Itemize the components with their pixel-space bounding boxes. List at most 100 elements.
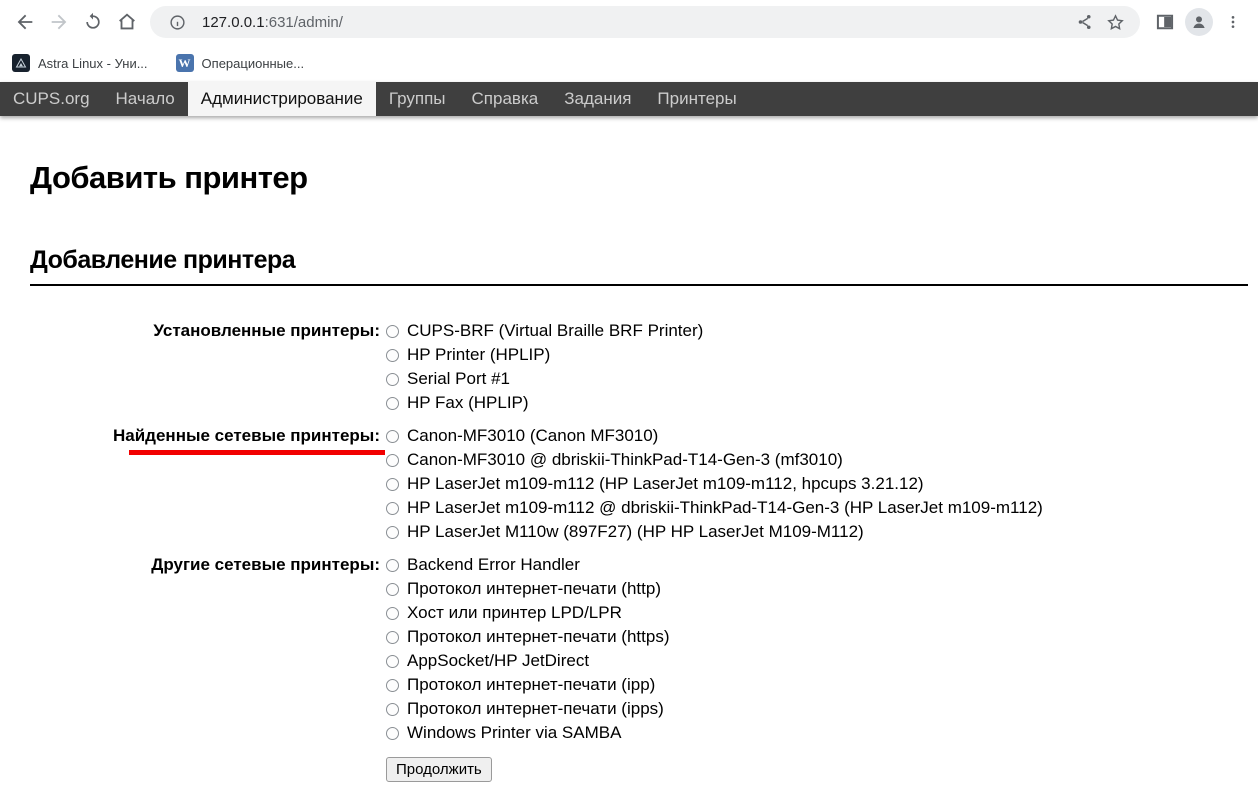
group-label: Установленные принтеры: xyxy=(30,319,380,424)
radio-option[interactable]: Протокол интернет-печати (http) xyxy=(386,577,1043,601)
nav-item-администрирование[interactable]: Администрирование xyxy=(188,82,376,116)
form-row: Продолжить xyxy=(30,754,1043,791)
page-content: Добавить принтер Добавление принтера Уст… xyxy=(0,160,1258,791)
radio-option-label: Протокол интернет-печати (ipp) xyxy=(407,673,655,697)
bookmarks-bar: Astra Linux - Уни... W Операционные... xyxy=(0,44,1258,82)
section-title: Добавление принтера xyxy=(30,246,1248,286)
radio-option[interactable]: Canon-MF3010 @ dbriskii-ThinkPad-T14-Gen… xyxy=(386,448,1043,472)
nav-item-группы[interactable]: Группы xyxy=(376,82,459,116)
group-label: Другие сетевые принтеры: xyxy=(30,553,380,754)
radio-option-label: Хост или принтер LPD/LPR xyxy=(407,601,622,625)
radio-option[interactable]: Windows Printer via SAMBA xyxy=(386,721,1043,745)
nav-item-принтеры[interactable]: Принтеры xyxy=(644,82,749,116)
radio-button[interactable] xyxy=(386,526,399,539)
radio-button[interactable] xyxy=(386,349,399,362)
star-icon[interactable] xyxy=(1100,7,1130,37)
radio-button[interactable] xyxy=(386,679,399,692)
url-text[interactable]: 127.0.0.1:631/admin/ xyxy=(202,14,343,31)
astra-linux-icon xyxy=(12,54,30,72)
radio-option-label: Serial Port #1 xyxy=(407,367,510,391)
radio-option[interactable]: Протокол интернет-печати (ipps) xyxy=(386,697,1043,721)
bookmark-wikipedia[interactable]: W Операционные... xyxy=(176,54,305,72)
group-options: Canon-MF3010 (Canon MF3010)Canon-MF3010 … xyxy=(380,424,1043,553)
radio-button[interactable] xyxy=(386,325,399,338)
share-icon[interactable] xyxy=(1070,7,1100,37)
radio-button[interactable] xyxy=(386,478,399,491)
empty-label-cell xyxy=(30,754,380,791)
radio-option-label: HP LaserJet M110w (897F27) (HP HP LaserJ… xyxy=(407,520,864,544)
radio-option[interactable]: HP LaserJet M110w (897F27) (HP HP LaserJ… xyxy=(386,520,1043,544)
side-panel-icon[interactable] xyxy=(1148,5,1182,39)
address-bar[interactable]: 127.0.0.1:631/admin/ xyxy=(150,6,1140,38)
wikipedia-icon: W xyxy=(176,54,194,72)
radio-option-label: CUPS-BRF (Virtual Braille BRF Printer) xyxy=(407,319,703,343)
bookmark-label: Операционные... xyxy=(202,56,305,71)
nav-item-задания[interactable]: Задания xyxy=(551,82,644,116)
radio-option-label: HP LaserJet m109-m112 @ dbriskii-ThinkPa… xyxy=(407,496,1043,520)
continue-button[interactable]: Продолжить xyxy=(386,757,492,782)
radio-option-label: Canon-MF3010 @ dbriskii-ThinkPad-T14-Gen… xyxy=(407,448,843,472)
radio-option[interactable]: HP Printer (HPLIP) xyxy=(386,343,1043,367)
radio-button[interactable] xyxy=(386,703,399,716)
info-icon[interactable] xyxy=(162,7,192,37)
radio-option[interactable]: Хост или принтер LPD/LPR xyxy=(386,601,1043,625)
bookmark-label: Astra Linux - Уни... xyxy=(38,56,148,71)
group-options: Backend Error HandlerПротокол интернет-п… xyxy=(380,553,1043,754)
radio-option[interactable]: Протокол интернет-печати (https) xyxy=(386,625,1043,649)
radio-button[interactable] xyxy=(386,559,399,572)
form-row: Другие сетевые принтеры:Backend Error Ha… xyxy=(30,553,1043,754)
nav-item-cups-org[interactable]: CUPS.org xyxy=(0,82,103,116)
group-options: CUPS-BRF (Virtual Braille BRF Printer)HP… xyxy=(380,319,1043,424)
group-label-text-red-underlined: Найденные сетевые принтеры: xyxy=(113,424,380,448)
forward-icon[interactable] xyxy=(42,5,76,39)
radio-option-label: Windows Printer via SAMBA xyxy=(407,721,621,745)
group-label-text: Установленные принтеры: xyxy=(153,319,380,343)
group-label: Найденные сетевые принтеры: xyxy=(30,424,380,553)
radio-option[interactable]: HP LaserJet m109-m112 (HP LaserJet m109-… xyxy=(386,472,1043,496)
radio-option[interactable]: Backend Error Handler xyxy=(386,553,1043,577)
browser-toolbar: 127.0.0.1:631/admin/ xyxy=(0,0,1258,44)
back-icon[interactable] xyxy=(8,5,42,39)
radio-option[interactable]: Протокол интернет-печати (ipp) xyxy=(386,673,1043,697)
radio-option-label: Canon-MF3010 (Canon MF3010) xyxy=(407,424,658,448)
menu-dots-icon[interactable] xyxy=(1216,5,1250,39)
radio-option[interactable]: CUPS-BRF (Virtual Braille BRF Printer) xyxy=(386,319,1043,343)
radio-option-label: Протокол интернет-печати (https) xyxy=(407,625,670,649)
avatar[interactable] xyxy=(1182,5,1216,39)
nav-item-начало[interactable]: Начало xyxy=(103,82,188,116)
radio-button[interactable] xyxy=(386,373,399,386)
radio-option[interactable]: Serial Port #1 xyxy=(386,367,1043,391)
radio-option-label: HP Fax (HPLIP) xyxy=(407,391,529,415)
radio-option-label: Протокол интернет-печати (http) xyxy=(407,577,661,601)
radio-option[interactable]: Canon-MF3010 (Canon MF3010) xyxy=(386,424,1043,448)
radio-button[interactable] xyxy=(386,397,399,410)
radio-option-label: Backend Error Handler xyxy=(407,553,580,577)
url-host: 127.0.0.1 xyxy=(202,14,265,31)
bookmark-astra-linux[interactable]: Astra Linux - Уни... xyxy=(12,54,148,72)
radio-button[interactable] xyxy=(386,502,399,515)
radio-option[interactable]: HP LaserJet m109-m112 @ dbriskii-ThinkPa… xyxy=(386,496,1043,520)
form-row: Найденные сетевые принтеры:Canon-MF3010 … xyxy=(30,424,1043,553)
add-printer-form: Установленные принтеры:CUPS-BRF (Virtual… xyxy=(30,319,1043,791)
radio-button[interactable] xyxy=(386,607,399,620)
reload-icon[interactable] xyxy=(76,5,110,39)
radio-button[interactable] xyxy=(386,583,399,596)
home-icon[interactable] xyxy=(110,5,144,39)
radio-button[interactable] xyxy=(386,430,399,443)
form-row: Установленные принтеры:CUPS-BRF (Virtual… xyxy=(30,319,1043,424)
radio-option[interactable]: HP Fax (HPLIP) xyxy=(386,391,1043,415)
nav-item-справка[interactable]: Справка xyxy=(459,82,552,116)
radio-option-label: AppSocket/HP JetDirect xyxy=(407,649,589,673)
button-cell: Продолжить xyxy=(380,754,1043,791)
page-title: Добавить принтер xyxy=(30,160,1248,196)
radio-option[interactable]: AppSocket/HP JetDirect xyxy=(386,649,1043,673)
radio-option-label: HP LaserJet m109-m112 (HP LaserJet m109-… xyxy=(407,472,924,496)
radio-button[interactable] xyxy=(386,727,399,740)
radio-button[interactable] xyxy=(386,454,399,467)
url-path: :631/admin/ xyxy=(265,14,343,31)
radio-option-label: Протокол интернет-печати (ipps) xyxy=(407,697,664,721)
radio-option-label: HP Printer (HPLIP) xyxy=(407,343,550,367)
group-label-text: Другие сетевые принтеры: xyxy=(151,553,380,577)
radio-button[interactable] xyxy=(386,655,399,668)
radio-button[interactable] xyxy=(386,631,399,644)
